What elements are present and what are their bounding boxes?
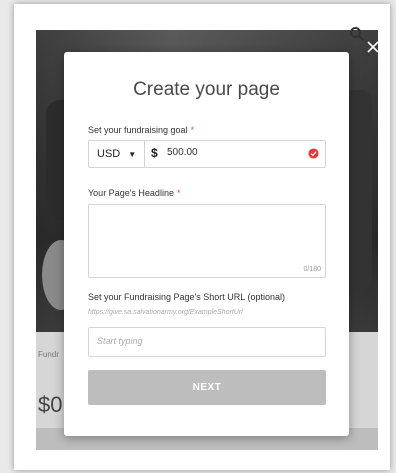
next-button[interactable]: NEXT [88,370,326,405]
required-mark: * [176,188,181,198]
create-page-modal: Create your page Set your fundraising go… [64,52,349,436]
background-fund-label: Fundr [38,350,59,359]
caret-down-icon: ▼ [128,149,137,159]
goal-field: USD ▼ $ 500.00 [88,140,326,168]
short-url-hint: https://give.sa.salvationarmy.org/Exampl… [88,309,243,316]
modal-title: Create your page [133,79,280,100]
headline-label: Your Page's Headline * [88,188,181,198]
goal-amount-input[interactable]: 500.00 [167,147,198,158]
error-icon [308,148,319,159]
currency-symbol: $ [151,146,158,160]
close-icon[interactable] [366,40,380,54]
goal-label: Set your fundraising goal * [88,125,195,135]
headline-textarea[interactable]: 0/180 [88,204,326,278]
currency-select[interactable]: USD ▼ [89,141,145,167]
search-icon[interactable] [349,26,365,42]
character-counter: 0/180 [303,266,321,273]
required-mark: * [190,125,195,135]
background-amount: $0 [38,392,63,417]
short-url-placeholder: Start typing [97,336,143,346]
short-url-label: Set your Fundraising Page's Short URL (o… [88,292,285,302]
short-url-input[interactable]: Start typing [88,327,326,357]
